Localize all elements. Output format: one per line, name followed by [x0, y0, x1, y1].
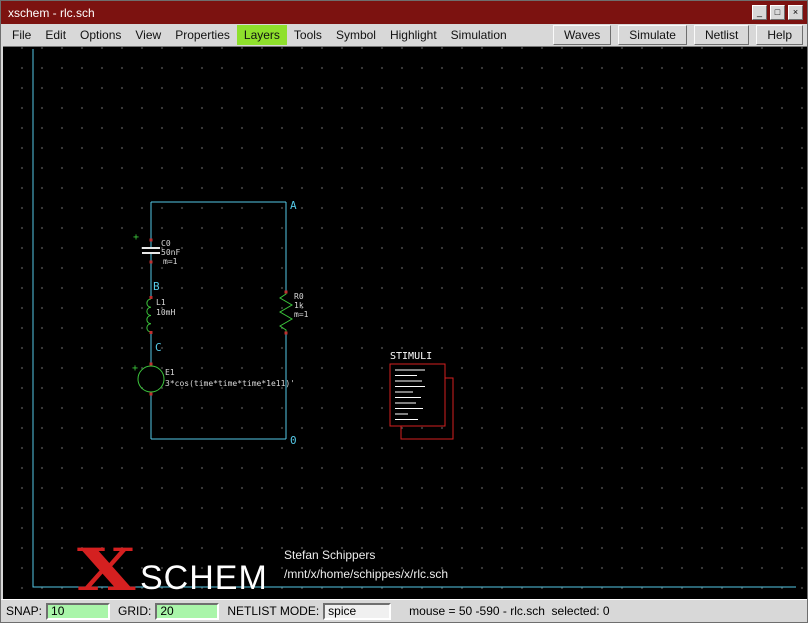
pin-marker: [150, 296, 153, 299]
pin-marker: [285, 291, 288, 294]
menu-item-properties[interactable]: Properties: [168, 25, 237, 45]
inductor-l1[interactable]: L1 10mH: [147, 296, 176, 334]
vsource-circle: [138, 366, 164, 392]
close-button[interactable]: ×: [788, 5, 803, 20]
resistor-zigzag: [280, 292, 292, 332]
minimize-icon: _: [757, 8, 762, 17]
capacitor-value: 50nF: [161, 248, 180, 257]
help-button[interactable]: Help: [756, 25, 803, 45]
pin-marker: [150, 331, 153, 334]
resistor-ref: R0: [294, 292, 304, 301]
capacitor-mult: m=1: [163, 257, 178, 266]
author-text: Stefan Schippers: [284, 548, 375, 562]
menu-item-layers[interactable]: Layers: [237, 25, 287, 45]
grid-label: GRID:: [118, 604, 151, 618]
resistor-r0[interactable]: R0 1k m=1: [280, 291, 309, 335]
node-label-c[interactable]: C: [155, 341, 162, 354]
menu-items: File Edit Options View Properties Layers…: [5, 24, 514, 46]
stimuli-sheet: [390, 364, 445, 426]
close-icon: ×: [793, 8, 798, 17]
pin-marker: [285, 332, 288, 335]
stimuli-label: STIMULI: [390, 351, 432, 362]
resistor-value: 1k: [294, 301, 304, 310]
capacitor-polarity: +: [133, 232, 139, 243]
statusbar: SNAP: GRID: NETLIST MODE: mouse = 50 -59…: [1, 599, 807, 622]
xschem-window: xschem - rlc.sch _ □ × File Edit Options…: [0, 0, 808, 623]
inductor-value: 10mH: [156, 308, 175, 317]
vsource-polarity: +: [132, 363, 138, 374]
vsource-value: 3*cos(time*time*time*1e11)': [165, 379, 295, 388]
schematic-drawing: A B C 0 + C0 50nF m=1 L1 10mH: [3, 47, 807, 601]
netlist-button[interactable]: Netlist: [694, 25, 749, 45]
pin-marker: [150, 363, 153, 366]
menu-item-tools[interactable]: Tools: [287, 25, 329, 45]
inductor-coil: [147, 299, 151, 332]
schematic-canvas[interactable]: A B C 0 + C0 50nF m=1 L1 10mH: [3, 46, 807, 601]
menu-item-simulation[interactable]: Simulation: [444, 25, 514, 45]
stimuli-component[interactable]: STIMULI: [390, 351, 453, 439]
circuit-wires[interactable]: [151, 202, 286, 439]
menu-item-edit[interactable]: Edit: [38, 25, 73, 45]
menu-item-symbol[interactable]: Symbol: [329, 25, 383, 45]
mouse-info: mouse = 50 -590 - rlc.sch selected: 0: [409, 604, 609, 618]
capacitor-ref: C0: [161, 239, 171, 248]
resistor-mult: m=1: [294, 310, 309, 319]
pin-marker: [150, 239, 153, 242]
xschem-logo: X SCHEM: [77, 536, 268, 601]
pin-marker: [150, 261, 153, 264]
vsource-e1[interactable]: + E1 3*cos(time*time*time*1e11)': [132, 363, 295, 396]
maximize-button[interactable]: □: [770, 5, 785, 20]
snap-input[interactable]: [46, 603, 110, 620]
pin-marker: [150, 393, 153, 396]
node-label-b[interactable]: B: [153, 280, 160, 293]
menu-item-file[interactable]: File: [5, 25, 38, 45]
node-label-a[interactable]: A: [290, 199, 297, 212]
snap-label: SNAP:: [6, 604, 42, 618]
minimize-button[interactable]: _: [752, 5, 767, 20]
logo-text: SCHEM: [140, 559, 268, 597]
toolbar-buttons: Waves Simulate Netlist Help: [553, 24, 803, 46]
menubar: File Edit Options View Properties Layers…: [1, 24, 807, 46]
simulate-button[interactable]: Simulate: [618, 25, 687, 45]
menu-item-view[interactable]: View: [128, 25, 168, 45]
titlebar[interactable]: xschem - rlc.sch _ □ ×: [1, 1, 807, 24]
grid-input[interactable]: [155, 603, 219, 620]
window-title: xschem - rlc.sch: [8, 6, 749, 20]
file-path-text: /mnt/x/home/schippes/x/rlc.sch: [284, 567, 448, 581]
node-label-gnd[interactable]: 0: [290, 434, 297, 447]
waves-button[interactable]: Waves: [553, 25, 611, 45]
netlist-mode-input[interactable]: [323, 603, 391, 620]
menu-item-highlight[interactable]: Highlight: [383, 25, 444, 45]
menu-item-options[interactable]: Options: [73, 25, 128, 45]
capacitor-c0[interactable]: + C0 50nF m=1: [133, 232, 180, 266]
logo-x: X: [77, 536, 136, 601]
netlist-mode-label: NETLIST MODE:: [227, 604, 319, 618]
vsource-ref: E1: [165, 368, 175, 377]
inductor-ref: L1: [156, 298, 166, 307]
maximize-icon: □: [775, 8, 780, 17]
